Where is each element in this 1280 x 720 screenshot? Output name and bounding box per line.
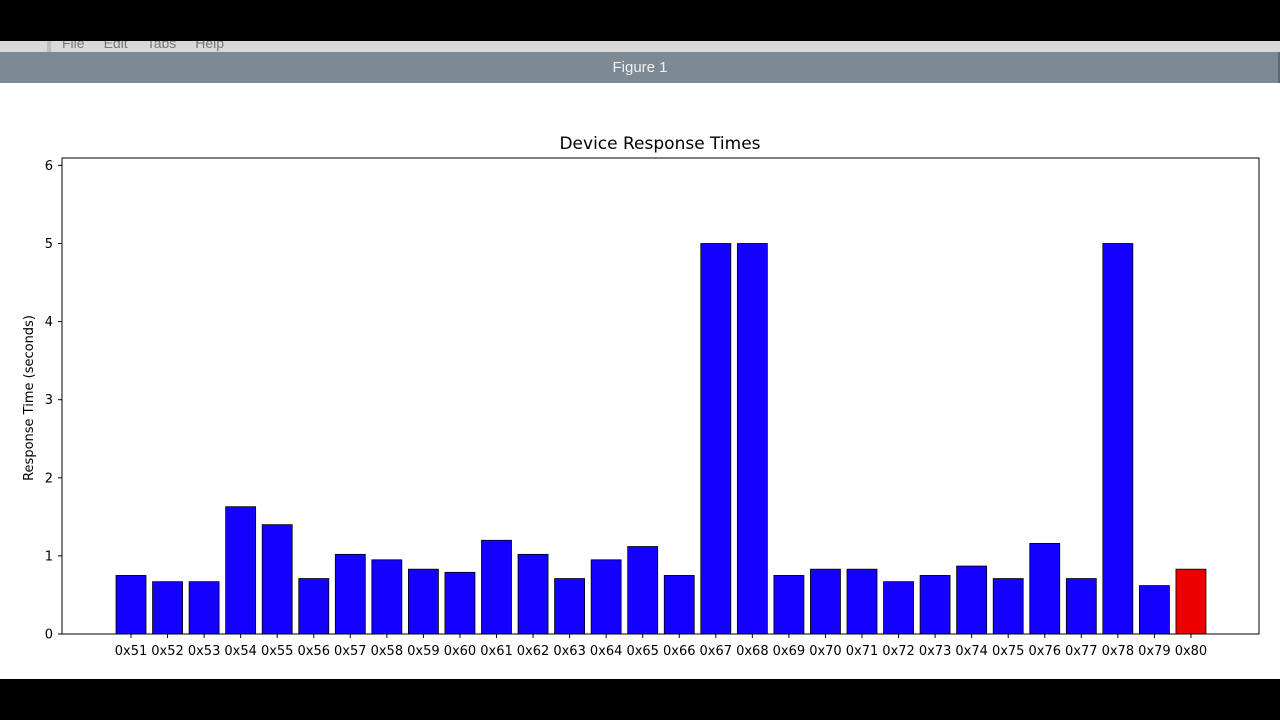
bar-0x66: [663, 575, 695, 635]
x-tick-label-0x53: 0x53: [188, 644, 221, 659]
bar-0x52: [152, 581, 183, 635]
bar-0x76: [1029, 542, 1061, 635]
bar-0x71: [846, 568, 878, 635]
y-axis: 0 1 2 3 4 5 6: [45, 159, 62, 643]
x-tick-label-0x76: 0x76: [1028, 644, 1061, 659]
bar-0x70: [810, 568, 841, 635]
bar-0x78: [1102, 243, 1134, 635]
y-tick-label-3: 3: [45, 393, 53, 408]
x-tick-label-0x58: 0x58: [371, 644, 404, 659]
bar-0x53: [188, 581, 220, 635]
menu-file[interactable]: File: [62, 41, 85, 51]
x-tick-label-0x80: 0x80: [1175, 644, 1208, 659]
x-axis: 0x51 0x52 0x53 0x54 0x55 0x56 0x57 0x58 0x59 0x60…: [115, 634, 1207, 659]
bar-0x61: [481, 539, 512, 635]
bar-0x65: [627, 546, 659, 635]
bar-0x51: [115, 575, 147, 635]
bar-0x56: [298, 578, 330, 635]
bar-0x77: [1065, 578, 1097, 635]
bar-0x73: [919, 575, 951, 635]
x-tick-label-0x61: 0x61: [480, 644, 513, 659]
bar-0x60: [444, 571, 476, 635]
y-tick-label-2: 2: [45, 471, 53, 486]
x-tick-label-0x66: 0x66: [663, 644, 696, 659]
menu-edit[interactable]: Edit: [104, 41, 128, 51]
bar-0x68: [736, 243, 768, 635]
y-tick-label-1: 1: [45, 549, 53, 564]
x-tick-label-0x72: 0x72: [882, 644, 915, 659]
x-tick-label-0x75: 0x75: [992, 644, 1025, 659]
x-tick-label-0x54: 0x54: [224, 644, 257, 659]
x-tick-label-0x56: 0x56: [297, 644, 330, 659]
bar-0x59: [407, 568, 439, 635]
x-tick-label-0x52: 0x52: [151, 644, 184, 659]
y-tick-label-0: 0: [45, 628, 53, 643]
window-title: Figure 1: [612, 59, 668, 76]
bar-0x79: [1139, 585, 1170, 635]
x-tick-label-0x78: 0x78: [1102, 644, 1135, 659]
bar-0x75: [992, 578, 1024, 635]
x-tick-label-0x62: 0x62: [517, 644, 550, 659]
x-tick-label-0x65: 0x65: [626, 644, 659, 659]
x-tick-label-0x79: 0x79: [1138, 644, 1171, 659]
menu-grip: [47, 41, 51, 52]
x-tick-label-0x63: 0x63: [553, 644, 586, 659]
bar-0x67: [700, 243, 732, 635]
bar-0x55: [261, 524, 293, 635]
y-tick-label-6: 6: [45, 159, 53, 174]
figure-canvas: Device Response Times Response Time (sec…: [0, 83, 1280, 679]
menu-help[interactable]: Help: [195, 41, 224, 51]
x-tick-label-0x55: 0x55: [261, 644, 294, 659]
bar-0x63: [554, 578, 585, 635]
bar-0x62: [517, 553, 549, 635]
y-tick-label-4: 4: [45, 315, 53, 330]
bars-group: [115, 243, 1207, 635]
bar-chart: Device Response Times Response Time (sec…: [22, 134, 1260, 659]
x-tick-label-0x73: 0x73: [919, 644, 952, 659]
bar-0x80: [1175, 568, 1207, 635]
bar-0x69: [773, 575, 805, 635]
x-tick-label-0x57: 0x57: [334, 644, 367, 659]
x-tick-label-0x68: 0x68: [736, 644, 769, 659]
x-tick-label-0x59: 0x59: [407, 644, 440, 659]
bar-0x58: [371, 559, 403, 635]
menu-tabs[interactable]: Tabs: [147, 41, 177, 51]
bar-0x64: [590, 559, 622, 635]
y-axis-label: Response Time (seconds): [22, 315, 37, 481]
bar-0x74: [956, 565, 988, 635]
bar-0x54: [225, 506, 257, 635]
window-titlebar[interactable]: Figure 1: [0, 52, 1280, 83]
chart-title: Device Response Times: [559, 134, 760, 154]
menu-bar: File Edit Tabs Help: [0, 41, 1280, 52]
x-tick-label-0x71: 0x71: [846, 644, 879, 659]
x-tick-label-0x69: 0x69: [773, 644, 806, 659]
x-tick-label-0x60: 0x60: [444, 644, 477, 659]
y-tick-label-5: 5: [45, 237, 53, 252]
x-tick-label-0x70: 0x70: [809, 644, 842, 659]
x-tick-label-0x51: 0x51: [115, 644, 148, 659]
x-tick-label-0x64: 0x64: [590, 644, 623, 659]
bar-0x72: [883, 581, 914, 635]
x-tick-label-0x74: 0x74: [955, 644, 988, 659]
bar-0x57: [334, 553, 366, 635]
x-tick-label-0x67: 0x67: [700, 644, 733, 659]
x-tick-label-0x77: 0x77: [1065, 644, 1098, 659]
